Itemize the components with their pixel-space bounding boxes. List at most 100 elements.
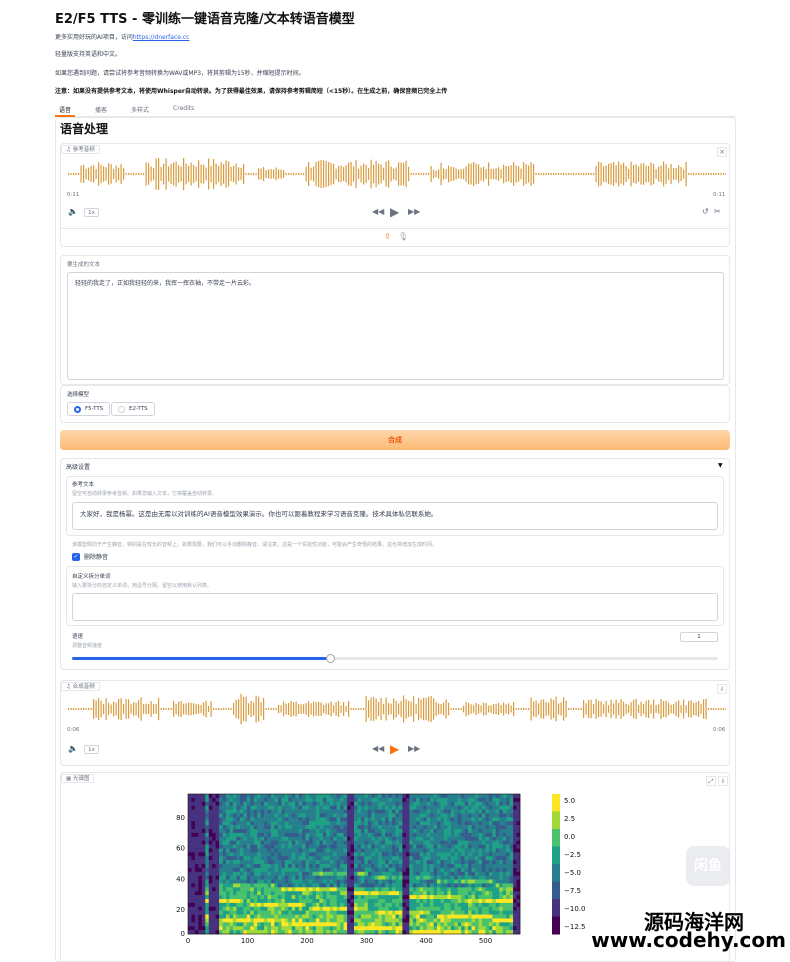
spectrogram-cell bbox=[326, 867, 331, 873]
microphone-icon[interactable]: 🎙 bbox=[398, 232, 408, 242]
spectrogram-cell bbox=[295, 867, 299, 873]
chevron-down-icon[interactable]: ▼ bbox=[718, 462, 723, 469]
spectrogram-cell bbox=[350, 875, 355, 880]
download-icon[interactable]: ⇩ bbox=[718, 776, 728, 786]
spectrogram-cell bbox=[385, 852, 389, 857]
spectrogram-cell bbox=[426, 797, 431, 803]
spectrogram-cell bbox=[319, 829, 324, 834]
spectrogram-cell bbox=[194, 930, 199, 935]
waveform-bar bbox=[388, 160, 390, 188]
spectrogram-cell bbox=[354, 801, 358, 806]
spectrogram-cell bbox=[305, 871, 310, 876]
model-option-e2[interactable]: E2-TTS bbox=[111, 402, 155, 416]
play-icon[interactable]: ▶ bbox=[390, 205, 399, 219]
spectrogram-cell bbox=[395, 891, 400, 896]
waveform-bar bbox=[303, 172, 305, 176]
speed-number-input[interactable]: 1 bbox=[680, 632, 718, 642]
spectrogram-cell bbox=[257, 813, 261, 818]
spectrogram-cell bbox=[298, 926, 303, 931]
spectrogram-cell bbox=[264, 899, 268, 904]
spectrogram-cell bbox=[412, 922, 417, 927]
ref-audio-waveform[interactable] bbox=[66, 156, 726, 192]
spectrogram-cell bbox=[281, 856, 286, 861]
spectrogram-cell bbox=[302, 867, 306, 873]
advanced-settings-toggle[interactable]: 高级设置 bbox=[66, 462, 90, 471]
rewind-icon[interactable]: ◀◀ bbox=[372, 744, 384, 754]
spectrogram-cell bbox=[495, 797, 500, 803]
spectrogram-cell bbox=[488, 910, 493, 915]
volume-icon[interactable]: 🔈 bbox=[68, 207, 78, 217]
spectrogram-cell bbox=[468, 794, 472, 799]
spectrogram-cell bbox=[392, 817, 396, 822]
remove-silence-checkbox[interactable]: ✓ 删除静音 bbox=[72, 552, 108, 561]
model-option-f5[interactable]: F5-TTS bbox=[67, 402, 111, 416]
spectrogram-cell bbox=[212, 813, 216, 818]
spectrogram-cell bbox=[437, 867, 441, 873]
tab-multistyle[interactable]: 多样式 bbox=[127, 103, 153, 117]
ref-text-input[interactable]: 大家好，我是杨幂。这是由无需以对训练的AI语音模型效果演示。你也可以跟着教程来学… bbox=[72, 502, 718, 530]
spectrogram-cell bbox=[402, 801, 407, 806]
spectrogram-cell bbox=[468, 805, 472, 810]
undo-icon[interactable]: ↺ bbox=[702, 207, 709, 217]
upload-icon[interactable]: ⇪ bbox=[384, 232, 391, 242]
waveform-bar bbox=[78, 172, 80, 176]
spectrogram-cell bbox=[319, 910, 324, 915]
spectrogram-cell bbox=[246, 840, 251, 845]
spectrogram-cell bbox=[509, 918, 514, 923]
forward-icon[interactable]: ▶▶ bbox=[408, 207, 420, 217]
spectrogram-cell bbox=[347, 922, 351, 927]
volume-icon[interactable]: 🔈 bbox=[68, 744, 78, 754]
forward-icon[interactable]: ▶▶ bbox=[408, 744, 420, 754]
play-icon[interactable]: ▶ bbox=[390, 742, 399, 756]
spectrogram-cell bbox=[302, 856, 306, 861]
spectrogram-cell bbox=[250, 813, 255, 818]
out-audio-waveform[interactable] bbox=[66, 692, 726, 726]
spectrogram-cell bbox=[506, 914, 510, 919]
ref-speed-button[interactable]: 1x bbox=[84, 208, 99, 217]
speed-slider-track[interactable] bbox=[72, 657, 718, 660]
waveform-bar bbox=[95, 700, 97, 718]
spectrogram-cell bbox=[357, 817, 362, 822]
spectrogram-cell bbox=[295, 809, 299, 814]
rewind-icon[interactable]: ◀◀ bbox=[372, 207, 384, 217]
spectrogram-cell bbox=[433, 879, 438, 884]
synthesize-button[interactable]: 合成 bbox=[60, 430, 730, 450]
tab-podcast[interactable]: 播客 bbox=[91, 103, 111, 117]
spectrogram-cell bbox=[215, 809, 220, 814]
spectrogram-cell bbox=[502, 825, 507, 830]
spectrogram-cell bbox=[509, 899, 514, 904]
remove-silence-note: 该模型倾向于产生静音，特别是在较长的音频上。如果需要，我们可以手动删除静音。请注… bbox=[72, 542, 438, 548]
spectrogram-cell bbox=[506, 821, 510, 826]
spectrogram-cell bbox=[298, 797, 303, 803]
spectrogram-cell bbox=[257, 821, 261, 826]
colorbar-tick-label: −5.0 bbox=[564, 869, 581, 877]
waveform-bar bbox=[470, 163, 472, 185]
scissors-icon[interactable]: ✂ bbox=[714, 207, 721, 217]
spectrogram-cell bbox=[340, 895, 344, 900]
waveform-bar bbox=[598, 161, 600, 187]
out-speed-button[interactable]: 1x bbox=[84, 745, 99, 754]
spectrogram-cell bbox=[509, 922, 514, 927]
spectrogram-cell bbox=[295, 926, 299, 931]
spectrogram-cell bbox=[232, 875, 237, 880]
spectrogram-cell bbox=[194, 914, 199, 919]
spectrogram-cell bbox=[222, 899, 227, 904]
spectrogram-cell bbox=[402, 860, 407, 865]
spectrogram-cell bbox=[478, 852, 483, 857]
custom-split-input[interactable] bbox=[72, 593, 718, 621]
spectrogram-cell bbox=[257, 801, 261, 806]
tab-credits[interactable]: Credits bbox=[169, 103, 198, 117]
fullscreen-icon[interactable]: ⤢ bbox=[706, 776, 716, 786]
spectrogram-cell bbox=[291, 914, 296, 919]
project-link[interactable]: https://dnerface.cc bbox=[133, 34, 190, 41]
gen-text-input[interactable]: 轻轻的我走了，正如我轻轻的来，我挥一挥衣袖，不带走一片云彩。 bbox=[67, 272, 724, 380]
waveform-bar bbox=[263, 167, 265, 181]
spectrogram-cell bbox=[388, 809, 393, 814]
spectrogram-cell bbox=[253, 875, 258, 880]
spectrogram-cell bbox=[471, 879, 476, 884]
spectrogram-cell bbox=[333, 836, 338, 841]
spectrogram-cell bbox=[461, 891, 465, 896]
spectrogram-cell bbox=[319, 825, 324, 830]
tab-speech[interactable]: 语音 bbox=[55, 103, 76, 117]
spectrogram-cell bbox=[309, 856, 313, 861]
